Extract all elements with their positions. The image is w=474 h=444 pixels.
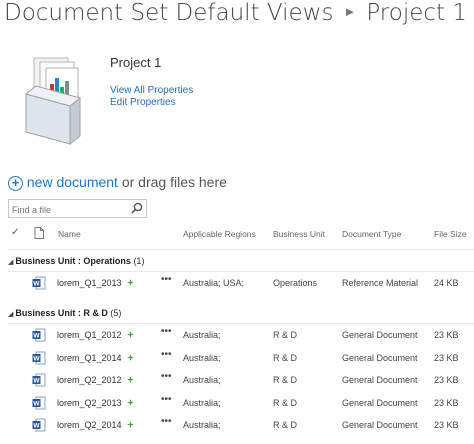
table-row[interactable]: Wlorem_Q2_2012 ••• Australia; R & D General … <box>0 370 474 392</box>
search-box <box>8 199 147 218</box>
applicable-regions-cell: Australia; <box>183 375 221 385</box>
applicable-regions-cell: Australia; <box>183 397 221 408</box>
group-header[interactable]: ◢ Business Unit : R & D (5) <box>8 308 121 318</box>
search-input[interactable] <box>9 201 124 218</box>
svg-text:W: W <box>33 423 40 430</box>
view-all-properties-link[interactable]: View All Properties <box>110 85 193 96</box>
document-type-cell: General Document <box>342 420 418 430</box>
business-unit-cell: R & D <box>273 397 298 408</box>
svg-text:W: W <box>33 281 40 288</box>
drag-files-hint: or drag files here <box>121 174 227 190</box>
column-header-name[interactable]: Name <box>58 229 81 239</box>
table-row[interactable]: Wlorem_Q2_2013 ••• Australia; R & D General … <box>0 393 474 415</box>
applicable-regions-cell: Australia; <box>183 330 221 340</box>
more-options-button[interactable]: ••• <box>161 349 172 360</box>
document-type-cell: General Document <box>342 397 418 408</box>
group-label-prefix: Business Unit : <box>15 256 84 266</box>
word-document-icon: W <box>32 276 46 290</box>
document-type-cell: General Document <box>342 352 418 363</box>
more-options-button[interactable]: ••• <box>161 416 172 427</box>
more-options-button[interactable]: ••• <box>161 371 172 382</box>
file-size-cell: 23 KB <box>434 420 459 430</box>
group-count: (5) <box>110 308 122 318</box>
file-size-cell: 23 KB <box>434 397 459 408</box>
business-unit-cell: R & D <box>273 330 298 340</box>
breadcrumb-library[interactable]: Document Set Default Views <box>4 0 333 26</box>
document-type-icon <box>34 227 44 239</box>
word-document-icon: W <box>32 396 46 409</box>
svg-text:W: W <box>33 355 40 362</box>
header-divider <box>8 249 474 250</box>
table-row[interactable]: Wlorem_Q1_2014 ••• Australia; R & D General … <box>0 348 474 370</box>
edit-properties-link[interactable]: Edit Properties <box>110 97 176 108</box>
new-item-icon <box>127 331 134 338</box>
new-item-icon <box>127 398 134 406</box>
document-set-icon <box>24 57 82 146</box>
business-unit-cell: Operations <box>273 278 318 288</box>
business-unit-cell: R & D <box>273 420 298 430</box>
collapse-triangle-icon[interactable]: ◢ <box>8 311 13 318</box>
file-name-link[interactable]: lorem_Q2_2013 <box>57 398 122 408</box>
table-row[interactable]: Wlorem_Q2_2014 ••• Australia; R & D General … <box>0 415 474 437</box>
document-type-cell: Reference Material <box>342 278 419 288</box>
applicable-regions-cell: Australia; USA; <box>183 278 245 288</box>
select-all-checkmark-icon[interactable]: ✓ <box>11 227 19 238</box>
word-document-icon: W <box>32 328 46 342</box>
group-header[interactable]: ◢ Business Unit : Operations (1) <box>8 256 144 266</box>
collapse-triangle-icon[interactable]: ◢ <box>8 259 13 266</box>
svg-text:W: W <box>33 333 40 340</box>
new-item-icon <box>127 353 134 361</box>
new-item-icon <box>127 279 134 286</box>
business-unit-cell: R & D <box>273 352 298 363</box>
new-item-icon <box>127 376 134 383</box>
svg-text:W: W <box>33 400 40 407</box>
table-row[interactable]: Wlorem_Q1_2012 ••• Australia; R & D General … <box>0 325 474 347</box>
breadcrumb-separator-icon: ► <box>343 5 357 20</box>
group-label-value: R & D <box>83 308 108 318</box>
more-options-button[interactable]: ••• <box>161 394 172 405</box>
file-name-link[interactable]: lorem_Q2_2014 <box>57 420 122 430</box>
breadcrumb: Document Set Default Views ► Project 1 <box>4 0 467 26</box>
applicable-regions-cell: Australia; <box>183 352 221 363</box>
table-row[interactable]: Wlorem_Q1_2013 ••• Australia; USA; Operatio… <box>0 273 474 295</box>
new-item-icon <box>127 421 134 428</box>
search-icon[interactable] <box>131 202 143 214</box>
column-header-document-type[interactable]: Document Type <box>342 229 401 239</box>
group-divider <box>8 271 474 272</box>
group-label-prefix: Business Unit : <box>15 308 84 318</box>
word-document-icon: W <box>32 351 46 364</box>
file-size-cell: 23 KB <box>434 375 459 385</box>
file-size-cell: 23 KB <box>434 330 459 340</box>
document-set-title: Project 1 <box>110 55 162 70</box>
new-document-link[interactable]: new document <box>27 174 118 190</box>
file-size-cell: 24 KB <box>434 278 459 288</box>
applicable-regions-cell: Australia; <box>183 420 221 430</box>
file-name-link[interactable]: lorem_Q1_2012 <box>57 330 122 340</box>
svg-text:W: W <box>33 378 40 385</box>
group-label-value: Operations <box>83 256 131 266</box>
more-options-button[interactable]: ••• <box>161 326 172 337</box>
plus-circle-icon[interactable]: + <box>8 176 23 191</box>
word-document-icon: W <box>32 418 46 432</box>
column-header-regions[interactable]: Applicable Regions <box>183 229 256 239</box>
column-header-file-size[interactable]: File Size <box>434 229 467 239</box>
more-options-button[interactable]: ••• <box>161 274 172 285</box>
column-header-business-unit[interactable]: Business Unit <box>273 229 325 239</box>
document-type-cell: General Document <box>342 375 418 385</box>
breadcrumb-current: Project 1 <box>366 0 467 26</box>
file-name-link[interactable]: lorem_Q2_2012 <box>57 375 122 385</box>
document-type-cell: General Document <box>342 330 418 340</box>
group-divider <box>8 323 474 324</box>
business-unit-cell: R & D <box>273 375 298 385</box>
word-document-icon: W <box>32 373 46 387</box>
file-name-link[interactable]: lorem_Q1_2014 <box>57 353 122 363</box>
file-size-cell: 23 KB <box>434 352 459 363</box>
new-document-bar: + new document or drag files here <box>8 174 227 191</box>
group-count: (1) <box>133 256 145 266</box>
file-name-link[interactable]: lorem_Q1_2013 <box>57 278 122 288</box>
